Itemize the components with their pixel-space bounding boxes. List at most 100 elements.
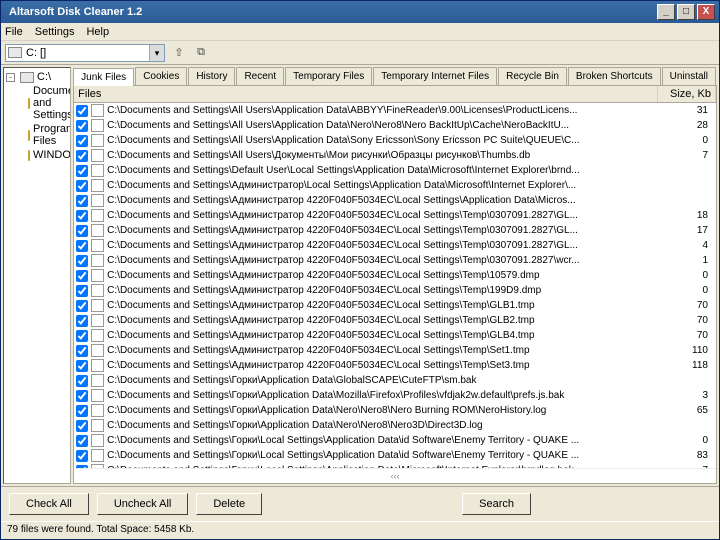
row-checkbox[interactable] [76,270,88,282]
tab-broken-shortcuts[interactable]: Broken Shortcuts [568,67,661,85]
table-row[interactable]: C:\Documents and Settings\Администратор … [74,313,716,328]
file-size: 17 [664,225,714,236]
table-row[interactable]: C:\Documents and Settings\Администратор … [74,238,716,253]
table-row[interactable]: C:\Documents and Settings\Администратор … [74,283,716,298]
row-checkbox[interactable] [76,165,88,177]
row-checkbox[interactable] [76,420,88,432]
close-button[interactable]: X [697,4,715,20]
folder-tree-icon[interactable]: ⧉ [191,44,211,62]
table-row[interactable]: C:\Documents and Settings\Горки\Applicat… [74,403,716,418]
row-checkbox[interactable] [76,225,88,237]
file-path: C:\Documents and Settings\Администратор … [107,330,664,341]
dropdown-arrow-icon[interactable]: ▾ [149,45,164,61]
row-checkbox[interactable] [76,195,88,207]
row-checkbox[interactable] [76,120,88,132]
tree-item[interactable]: WINDOWS [6,148,68,162]
table-row[interactable]: C:\Documents and Settings\Администратор\… [74,178,716,193]
row-checkbox[interactable] [76,255,88,267]
delete-button[interactable]: Delete [196,493,262,515]
file-path: C:\Documents and Settings\Горки\Local Se… [107,450,664,461]
row-checkbox[interactable] [76,360,88,372]
file-path: C:\Documents and Settings\Администратор … [107,345,664,356]
file-icon [91,389,104,402]
maximize-button[interactable]: □ [677,4,695,20]
table-row[interactable]: C:\Documents and Settings\Администратор … [74,253,716,268]
row-checkbox[interactable] [76,150,88,162]
row-checkbox[interactable] [76,135,88,147]
tab-recycle-bin[interactable]: Recycle Bin [498,67,567,85]
file-size: 0 [664,270,714,281]
tab-temporary-files[interactable]: Temporary Files [285,67,372,85]
tab-uninstall[interactable]: Uninstall [662,67,716,85]
file-icon [91,314,104,327]
file-path: C:\Documents and Settings\All Users\Appl… [107,120,664,131]
row-checkbox[interactable] [76,240,88,252]
file-icon [91,194,104,207]
table-row[interactable]: C:\Documents and Settings\Горки\Applicat… [74,388,716,403]
file-path: C:\Documents and Settings\Администратор … [107,300,664,311]
uncheck-all-button[interactable]: Uncheck All [97,493,188,515]
folder-tree[interactable]: - C:\ Documents and SettingsProgram File… [3,67,71,484]
row-checkbox[interactable] [76,435,88,447]
file-path: C:\Documents and Settings\All Users\Appl… [107,135,664,146]
row-checkbox[interactable] [76,285,88,297]
row-checkbox[interactable] [76,375,88,387]
table-row[interactable]: C:\Documents and Settings\Администратор … [74,268,716,283]
tab-recent[interactable]: Recent [236,67,284,85]
search-button[interactable]: Search [462,493,531,515]
table-row[interactable]: C:\Documents and Settings\Администратор … [74,223,716,238]
folder-up-icon[interactable]: ⇧ [169,44,189,62]
row-checkbox[interactable] [76,210,88,222]
table-row[interactable]: C:\Documents and Settings\Горки\Local Se… [74,448,716,463]
table-row[interactable]: C:\Documents and Settings\Default User\L… [74,163,716,178]
table-row[interactable]: C:\Documents and Settings\Горки\Applicat… [74,418,716,433]
table-row[interactable]: C:\Documents and Settings\All Users\Доку… [74,148,716,163]
row-checkbox[interactable] [76,180,88,192]
content-area: - C:\ Documents and SettingsProgram File… [1,65,719,487]
table-row[interactable]: C:\Documents and Settings\Администратор … [74,358,716,373]
collapse-icon[interactable]: - [6,73,15,82]
row-checkbox[interactable] [76,345,88,357]
tab-temporary-internet-files[interactable]: Temporary Internet Files [373,67,497,85]
table-row[interactable]: C:\Documents and Settings\All Users\Appl… [74,118,716,133]
column-files[interactable]: Files [74,86,658,102]
drive-selector[interactable]: C: [] ▾ [5,44,165,62]
row-checkbox[interactable] [76,450,88,462]
table-row[interactable]: C:\Documents and Settings\Администратор … [74,193,716,208]
list-header: Files Size, Kb [74,86,716,103]
file-size: 70 [664,300,714,311]
minimize-button[interactable]: _ [657,4,675,20]
menu-settings[interactable]: Settings [35,26,75,38]
row-checkbox[interactable] [76,390,88,402]
row-checkbox[interactable] [76,315,88,327]
tab-history[interactable]: History [188,67,235,85]
file-path: C:\Documents and Settings\All Users\Доку… [107,150,664,161]
row-checkbox[interactable] [76,330,88,342]
tree-root[interactable]: - C:\ [6,70,68,84]
row-checkbox[interactable] [76,405,88,417]
table-row[interactable]: C:\Documents and Settings\All Users\Appl… [74,103,716,118]
tree-item[interactable]: Program Files [6,122,68,148]
row-checkbox[interactable] [76,300,88,312]
tab-cookies[interactable]: Cookies [135,67,187,85]
menu-help[interactable]: Help [86,26,109,38]
file-path: C:\Documents and Settings\Администратор … [107,285,664,296]
file-path: C:\Documents and Settings\Горки\Applicat… [107,405,664,416]
table-row[interactable]: C:\Documents and Settings\Администратор … [74,298,716,313]
check-all-button[interactable]: Check All [9,493,89,515]
table-row[interactable]: C:\Documents and Settings\All Users\Appl… [74,133,716,148]
file-icon [91,359,104,372]
table-row[interactable]: C:\Documents and Settings\Администратор … [74,328,716,343]
row-checkbox[interactable] [76,105,88,117]
tree-item[interactable]: Documents and Settings [6,84,68,122]
column-size[interactable]: Size, Kb [658,86,716,102]
menu-file[interactable]: File [5,26,23,38]
table-row[interactable]: C:\Documents and Settings\Администратор … [74,208,716,223]
table-row[interactable]: C:\Documents and Settings\Горки\Local Se… [74,433,716,448]
table-row[interactable]: C:\Documents and Settings\Администратор … [74,343,716,358]
table-row[interactable]: C:\Documents and Settings\Горки\Applicat… [74,373,716,388]
tab-junk-files[interactable]: Junk Files [73,68,134,86]
file-rows[interactable]: C:\Documents and Settings\All Users\Appl… [74,103,716,468]
title-bar[interactable]: Altarsoft Disk Cleaner 1.2 _ □ X [1,1,719,23]
file-icon [91,239,104,252]
